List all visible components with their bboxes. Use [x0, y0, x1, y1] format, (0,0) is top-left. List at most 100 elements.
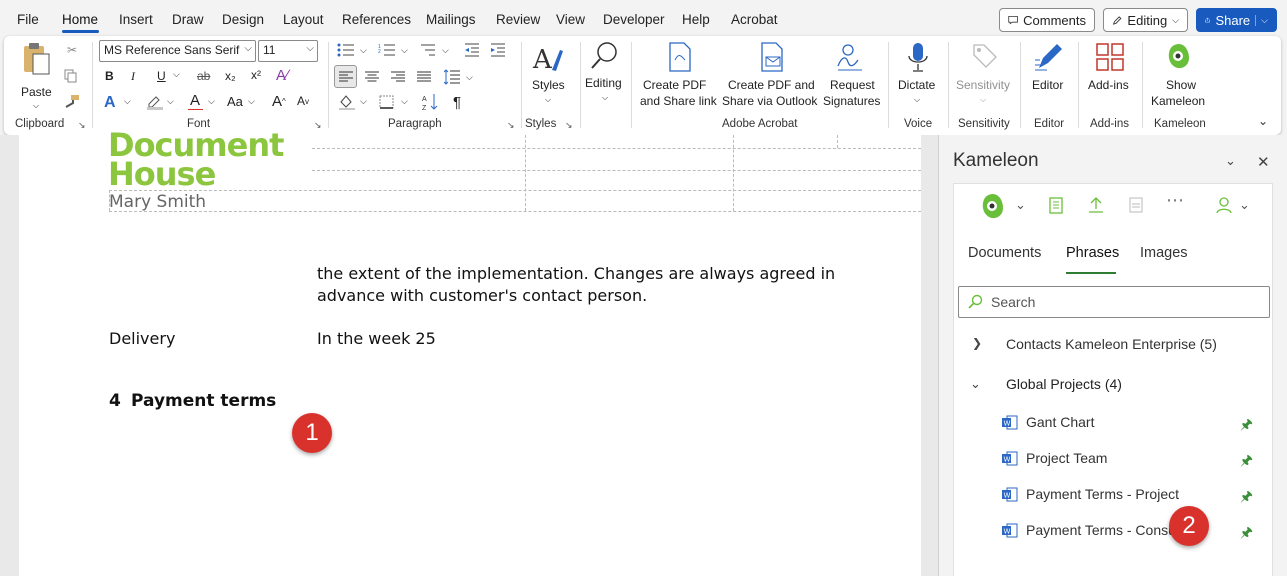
user-icon[interactable] — [1216, 197, 1232, 213]
shrink-font-button[interactable]: Av — [297, 94, 309, 108]
sensitivity-button[interactable]: Sensitivity ⌵ — [954, 42, 1014, 108]
align-left-button[interactable] — [334, 65, 357, 88]
tab-images[interactable]: Images — [1140, 245, 1188, 261]
chevron-down-icon[interactable]: ⌵ — [208, 96, 215, 107]
share-button[interactable]: Share ⌵ — [1196, 8, 1277, 32]
request-signatures-button[interactable]: Request Signatures — [820, 42, 884, 108]
menu-help[interactable]: Help — [682, 12, 710, 27]
tab-phrases[interactable]: Phrases — [1066, 245, 1119, 261]
align-right-icon[interactable] — [391, 71, 405, 83]
group-contacts-kameleon[interactable]: Contacts Kameleon Enterprise (5) — [1006, 336, 1217, 352]
chevron-down-icon[interactable]: ⌵ — [401, 45, 408, 56]
menu-developer[interactable]: Developer — [603, 12, 665, 27]
align-center-icon[interactable] — [365, 71, 379, 83]
menu-insert[interactable]: Insert — [119, 12, 153, 27]
chevron-right-icon[interactable]: ❯ — [972, 336, 982, 350]
increase-indent-icon[interactable] — [490, 43, 506, 57]
dialog-launcher-icon[interactable]: ↘ — [565, 120, 573, 131]
dialog-launcher-icon[interactable]: ↘ — [507, 120, 515, 131]
menu-view[interactable]: View — [556, 12, 585, 27]
editing-button[interactable]: Editing ⌵ — [582, 40, 628, 106]
chevron-down-icon[interactable]: ⌵ — [401, 96, 408, 107]
format-painter-icon[interactable] — [64, 94, 80, 108]
bold-button[interactable]: B — [105, 69, 114, 83]
kameleon-logo-icon[interactable] — [980, 192, 1006, 222]
pin-icon[interactable]: 🖈 — [1240, 486, 1253, 510]
collapse-ribbon-icon[interactable]: ⌄ — [1258, 114, 1268, 128]
chevron-down-icon[interactable]: ⌵ — [360, 45, 367, 56]
pdf-export-icon[interactable] — [1128, 197, 1144, 213]
font-size-select[interactable]: 11 ⌵ — [258, 40, 318, 62]
list-item[interactable]: W Project Team — [1002, 450, 1107, 466]
menu-design[interactable]: Design — [222, 12, 264, 27]
grow-font-button[interactable]: A ^ — [272, 93, 286, 110]
editor-button[interactable]: Editor — [1028, 42, 1070, 108]
superscript-button[interactable]: x² — [251, 68, 261, 82]
styles-button[interactable]: A Styles ⌵ — [528, 42, 568, 108]
menu-file[interactable]: File — [17, 12, 39, 27]
chevron-down-icon[interactable]: ⌵ — [124, 96, 131, 107]
show-kameleon-button[interactable]: Show Kameleon — [1148, 42, 1210, 108]
create-pdf-outlook-button[interactable]: Create PDF and Share via Outlook — [720, 42, 820, 108]
close-pane-icon[interactable]: ✕ — [1257, 153, 1270, 171]
upload-icon[interactable] — [1088, 196, 1104, 213]
show-formatting-icon[interactable]: ¶ — [453, 94, 461, 111]
subscript-button[interactable]: x₂ — [225, 69, 236, 83]
sort-icon[interactable]: AZ — [422, 93, 440, 111]
menu-references[interactable]: References — [342, 12, 411, 27]
clear-formatting-icon[interactable]: A∕ — [276, 67, 289, 84]
justify-icon[interactable] — [417, 71, 431, 83]
dictate-button[interactable]: Dictate ⌵ — [895, 42, 941, 108]
strikethrough-button[interactable]: ab — [197, 69, 210, 83]
paste-button[interactable]: Paste ⌵ — [18, 42, 56, 110]
copy-icon[interactable] — [64, 69, 78, 83]
document-page[interactable]: Document House Mary Smith the extent of … — [19, 129, 921, 576]
pin-icon[interactable]: 🖈 — [1240, 450, 1253, 474]
chevron-down-icon[interactable]: ⌄ — [970, 376, 981, 392]
chevron-down-icon[interactable]: ⌵ — [248, 96, 255, 107]
numbering-icon[interactable]: 12 — [378, 43, 396, 57]
list-item[interactable]: W Payment Terms - Project — [1002, 486, 1179, 502]
menu-review[interactable]: Review — [496, 12, 540, 27]
comments-button[interactable]: Comments — [999, 8, 1095, 32]
chevron-down-icon[interactable]: ⌵ — [360, 96, 367, 107]
borders-icon[interactable] — [379, 95, 394, 109]
dialog-launcher-icon[interactable]: ↘ — [314, 120, 322, 131]
tab-documents[interactable]: Documents — [968, 245, 1041, 261]
bullets-icon[interactable] — [337, 43, 355, 57]
line-spacing-icon[interactable] — [444, 69, 460, 85]
chevron-down-icon[interactable]: ⌵ — [173, 69, 180, 80]
cut-icon[interactable]: ✂ — [64, 42, 80, 58]
menu-draw[interactable]: Draw — [172, 12, 204, 27]
italic-button[interactable]: I — [131, 69, 135, 84]
menu-layout[interactable]: Layout — [283, 12, 324, 27]
chevron-down-icon[interactable]: ⌄ — [1015, 197, 1026, 213]
editing-mode-button[interactable]: Editing ⌵ — [1103, 8, 1188, 32]
shading-icon[interactable] — [338, 94, 356, 110]
change-case-button[interactable]: Aa — [227, 94, 243, 109]
chevron-down-icon[interactable]: ⌵ — [466, 72, 473, 83]
multilevel-list-icon[interactable] — [419, 43, 437, 57]
pin-icon[interactable]: 🖈 — [1240, 414, 1253, 438]
chevron-down-icon[interactable]: ⌄ — [1239, 197, 1250, 213]
text-effects-icon[interactable]: A — [104, 94, 116, 112]
font-family-select[interactable]: MS Reference Sans Serif ⌵ — [99, 40, 256, 62]
menu-acrobat[interactable]: Acrobat — [731, 12, 778, 27]
chevron-down-icon[interactable]: ⌵ — [167, 96, 174, 107]
document-list-icon[interactable] — [1049, 197, 1063, 214]
create-pdf-share-link-button[interactable]: Create PDF and Share link — [640, 42, 718, 108]
font-color-icon[interactable]: A — [187, 92, 203, 110]
highlight-icon[interactable] — [146, 94, 164, 110]
list-item[interactable]: W Payment Terms - Consu — [1002, 522, 1176, 538]
chevron-down-icon[interactable]: ⌵ — [442, 45, 449, 56]
add-ins-button[interactable]: Add-ins — [1084, 42, 1136, 108]
menu-mailings[interactable]: Mailings — [426, 12, 476, 27]
underline-button[interactable]: U — [157, 69, 166, 83]
menu-home[interactable]: Home — [62, 12, 98, 27]
list-item[interactable]: W Gant Chart — [1002, 414, 1094, 430]
dialog-launcher-icon[interactable]: ↘ — [78, 120, 86, 131]
pane-options-chevron-icon[interactable]: ⌄ — [1225, 153, 1236, 169]
chevron-down-icon[interactable]: ⌵ — [1255, 14, 1268, 26]
search-input[interactable]: Search — [958, 286, 1270, 318]
group-global-projects[interactable]: Global Projects (4) — [1006, 376, 1122, 392]
